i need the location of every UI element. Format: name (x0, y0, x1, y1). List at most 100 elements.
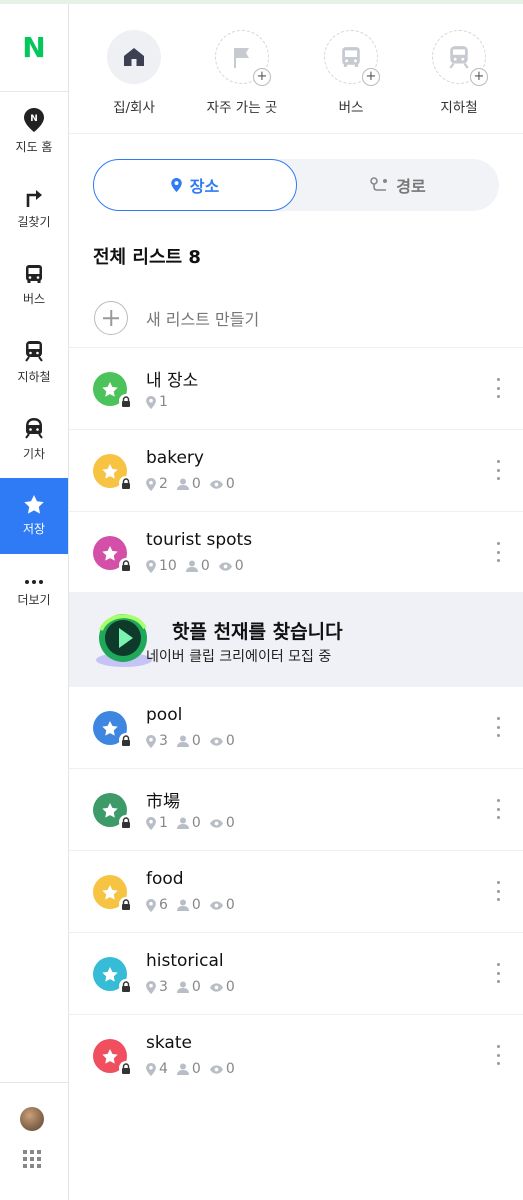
location-pin-icon (171, 178, 182, 192)
route-icon (370, 177, 388, 191)
list-name: 市場 (146, 792, 180, 812)
place-count-icon (146, 559, 156, 573)
shortcut-subway[interactable]: + 지하철 (404, 30, 514, 116)
apps-grid-icon[interactable] (23, 1150, 41, 1168)
eye-icon (209, 479, 223, 489)
eye-icon (209, 1064, 223, 1074)
promo-banner[interactable]: 핫플 천재를 찾습니다 네이버 클립 크리에이터 모집 중 (69, 592, 523, 687)
list-item[interactable]: 市場 1 0 0 (69, 769, 523, 851)
shortcut-home-work[interactable]: 집/회사 (79, 30, 189, 116)
place-count-icon (146, 477, 156, 491)
list-item[interactable]: food 6 0 0 (69, 851, 523, 933)
place-count-icon (146, 898, 156, 912)
list-item[interactable]: skate 4 0 0 (69, 1015, 523, 1097)
list-meta: 6 0 0 (146, 897, 244, 913)
list-item[interactable]: bakery 2 0 0 (69, 430, 523, 512)
lock-icon (119, 558, 133, 572)
add-plus-icon: + (470, 68, 488, 86)
person-icon (185, 560, 198, 572)
nav-item-more[interactable]: 더보기 (0, 555, 68, 631)
list-name: skate (146, 1033, 192, 1053)
person-icon (176, 1063, 189, 1075)
nav-item-saved[interactable]: 저장 (0, 478, 68, 554)
lock-icon (119, 897, 133, 911)
more-options-icon[interactable] (497, 799, 501, 819)
list-name: 내 장소 (146, 371, 199, 391)
lock-icon (119, 476, 133, 490)
list-meta: 4 0 0 (146, 1061, 244, 1077)
person-icon (176, 981, 189, 993)
nav-item-bus[interactable]: 버스 (0, 247, 68, 323)
place-count-icon (146, 816, 156, 830)
place-count-icon (146, 1062, 156, 1076)
nav-item-map-home[interactable]: N 지도 홈 (0, 93, 68, 169)
lock-icon (119, 733, 133, 747)
list-name: historical (146, 951, 224, 971)
banner-subtitle: 네이버 클립 크리에이터 모집 중 (146, 649, 332, 665)
bus-icon (342, 47, 360, 67)
nav-item-subway[interactable]: 지하철 (0, 324, 68, 400)
list-heading: 전체 리스트 8 (93, 247, 201, 268)
place-count-icon (146, 734, 156, 748)
more-options-icon[interactable] (497, 963, 501, 983)
star-icon (24, 495, 44, 514)
list-item[interactable]: tourist spots 10 0 0 (69, 512, 523, 594)
person-icon (176, 735, 189, 747)
nav-divider (0, 1082, 68, 1083)
person-icon (176, 899, 189, 911)
avatar[interactable] (20, 1107, 44, 1131)
eye-icon (209, 736, 223, 746)
more-options-icon[interactable] (497, 881, 501, 901)
turn-right-icon (26, 189, 42, 207)
shortcut-bus[interactable]: + 버스 (296, 30, 406, 116)
lock-icon (119, 815, 133, 829)
eye-icon (218, 561, 232, 571)
eye-icon (209, 982, 223, 992)
plus-circle-icon (94, 301, 128, 335)
left-navigation: N N 지도 홈 길찾기 버스 지하철 기차 저장 더보기 (0, 4, 69, 1200)
tab-places[interactable]: 장소 (93, 159, 297, 211)
new-list-button[interactable]: 새 리스트 만들기 (69, 288, 523, 348)
subway-icon (449, 46, 469, 69)
map-pin-n-icon: N (24, 107, 44, 132)
list-item[interactable]: pool 3 0 0 (69, 687, 523, 769)
list-name: bakery (146, 448, 204, 468)
naver-logo[interactable]: N (0, 4, 68, 92)
list-item[interactable]: 내 장소 1 (69, 348, 523, 430)
shortcut-frequent-places[interactable]: + 자주 가는 곳 (187, 30, 297, 116)
list-item[interactable]: historical 3 0 0 (69, 933, 523, 1015)
eye-icon (209, 900, 223, 910)
segmented-tabs: 장소 경로 (93, 159, 499, 211)
lock-icon (119, 394, 133, 408)
place-count-icon (146, 980, 156, 994)
quick-shortcuts: 집/회사 + 자주 가는 곳 + 버스 + 지하철 (69, 4, 523, 134)
bus-icon (26, 264, 42, 283)
list-meta: 3 0 0 (146, 979, 244, 995)
more-options-icon[interactable] (497, 460, 501, 480)
list-meta: 3 0 0 (146, 733, 244, 749)
flag-icon (234, 48, 249, 68)
more-options-icon[interactable] (497, 717, 501, 737)
more-dots-icon (25, 579, 43, 584)
list-meta: 1 (146, 394, 177, 410)
place-count-icon (146, 395, 156, 409)
list-name: food (146, 869, 184, 889)
more-options-icon[interactable] (497, 542, 501, 562)
list-meta: 1 0 0 (146, 815, 244, 831)
list-name: tourist spots (146, 530, 253, 550)
train-icon (25, 417, 43, 439)
eye-icon (209, 818, 223, 828)
list-meta: 10 0 0 (146, 558, 253, 574)
nav-item-train[interactable]: 기차 (0, 401, 68, 477)
person-icon (176, 817, 189, 829)
add-plus-icon: + (362, 68, 380, 86)
list-name: pool (146, 705, 183, 725)
tab-routes[interactable]: 경로 (297, 159, 499, 211)
banner-title: 핫플 천재를 찾습니다 (172, 621, 343, 643)
more-options-icon[interactable] (497, 378, 501, 398)
nav-item-directions[interactable]: 길찾기 (0, 170, 68, 246)
svg-text:N: N (30, 114, 38, 124)
more-options-icon[interactable] (497, 1045, 501, 1065)
lock-icon (119, 1061, 133, 1075)
home-icon (124, 48, 144, 66)
